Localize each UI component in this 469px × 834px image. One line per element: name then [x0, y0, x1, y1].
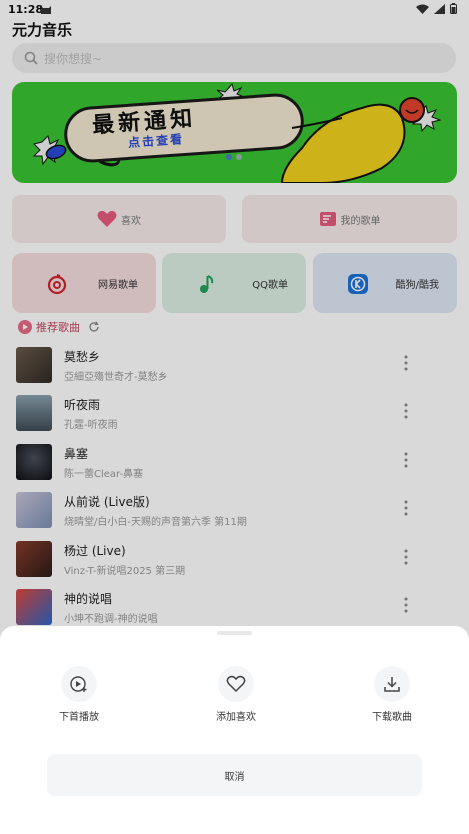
recommend-label: 推荐歌曲 — [36, 321, 80, 334]
song-cover — [16, 492, 52, 528]
song-title: 从前说 (Live版) — [64, 495, 150, 509]
song-cover — [16, 541, 52, 577]
playlist-icon — [319, 212, 336, 226]
more-vertical-icon[interactable] — [400, 595, 412, 615]
more-vertical-icon[interactable] — [400, 353, 412, 373]
sheet-handle[interactable] — [217, 631, 252, 635]
status-icons — [416, 3, 457, 14]
recommend-header: 推荐歌曲 — [18, 319, 100, 335]
more-vertical-icon[interactable] — [400, 401, 412, 421]
source-kugou-label: 酷狗/酷我 — [395, 279, 439, 291]
more-vertical-icon[interactable] — [400, 498, 412, 518]
banner-pagination — [226, 154, 242, 160]
song-row[interactable]: 听夜雨 孔霆-听夜雨 — [0, 389, 469, 437]
download-icon — [384, 677, 400, 692]
song-subtitle: Vinz-T-新说唱2025 第三期 — [64, 566, 186, 577]
song-cover — [16, 395, 52, 431]
song-title: 杨过 (Live) — [64, 544, 126, 558]
song-title: 神的说唱 — [64, 592, 113, 606]
favorites-button[interactable]: 喜欢 — [12, 195, 226, 243]
netease-icon — [47, 274, 67, 295]
app-title: 元力音乐 — [12, 21, 73, 39]
download-label: 下载歌曲 — [372, 712, 412, 723]
song-cover — [16, 347, 52, 383]
refresh-icon[interactable] — [88, 321, 100, 333]
battery-icon — [450, 3, 457, 14]
play-next-label: 下首播放 — [59, 712, 99, 723]
heart-filled-icon — [97, 210, 117, 227]
notice-banner[interactable]: 最新通知 点击查看 — [12, 82, 457, 183]
search-icon — [24, 51, 38, 65]
song-row[interactable]: 神的说唱 小坤不跑调-神的说唱 — [0, 583, 469, 631]
add-favorite-label: 添加喜欢 — [216, 712, 256, 723]
song-cover — [16, 444, 52, 480]
song-row[interactable]: 从前说 (Live版) 烧晴堂/白小白-天赐的声音第六季 第11期 — [0, 486, 469, 534]
song-subtitle: 陈一蕾Clear-鼻塞 — [64, 469, 144, 480]
song-actions-sheet: 下首播放 添加喜欢 下载歌曲 取消 — [0, 626, 469, 834]
song-subtitle: 小坤不跑调-神的说唱 — [64, 614, 158, 625]
wifi-icon — [416, 4, 429, 14]
more-vertical-icon[interactable] — [400, 547, 412, 567]
play-circle-icon — [18, 320, 32, 334]
banner-dot-active[interactable] — [226, 154, 232, 160]
song-subtitle: 亞細亞殤世奇才-莫愁乡 — [64, 372, 168, 383]
search-placeholder: 搜你想搜~ — [44, 51, 103, 66]
banner-dot[interactable] — [236, 154, 242, 160]
source-netease-label: 网易歌单 — [98, 279, 138, 291]
my-playlists-label: 我的歌单 — [340, 215, 381, 227]
more-vertical-icon[interactable] — [400, 450, 412, 470]
status-bar: 11:28 — [0, 0, 469, 20]
play-next-icon — [70, 676, 87, 692]
song-title: 莫愁乡 — [64, 350, 101, 364]
hand-illustration — [280, 97, 425, 183]
song-subtitle: 孔霆-听夜雨 — [64, 420, 118, 431]
song-row[interactable]: 莫愁乡 亞細亞殤世奇才-莫愁乡 — [0, 341, 469, 389]
favorites-label: 喜欢 — [121, 215, 141, 227]
notification-cat-icon — [41, 6, 51, 14]
source-netease[interactable]: 网易歌单 — [12, 253, 156, 313]
song-cover — [16, 589, 52, 625]
song-title: 听夜雨 — [64, 398, 101, 412]
song-title: 鼻塞 — [64, 447, 89, 461]
search-input[interactable]: 搜你想搜~ — [12, 43, 456, 73]
source-qq-label: QQ歌单 — [252, 279, 288, 291]
qq-music-icon — [200, 275, 214, 293]
song-row[interactable]: 杨过 (Live) Vinz-T-新说唱2025 第三期 — [0, 535, 469, 583]
song-row[interactable]: 鼻塞 陈一蕾Clear-鼻塞 — [0, 438, 469, 486]
add-favorite-button[interactable]: 添加喜欢 — [196, 666, 276, 723]
status-time: 11:28 — [8, 3, 44, 16]
my-playlists-button[interactable]: 我的歌单 — [242, 195, 457, 243]
source-kugou[interactable]: 酷狗/酷我 — [313, 253, 457, 313]
signal-icon — [434, 3, 445, 14]
heart-icon — [226, 675, 246, 693]
kugou-icon — [348, 274, 368, 294]
cancel-button[interactable]: 取消 — [47, 754, 422, 796]
play-next-button[interactable]: 下首播放 — [39, 666, 119, 723]
song-subtitle: 烧晴堂/白小白-天赐的声音第六季 第11期 — [64, 517, 247, 528]
source-qq[interactable]: QQ歌单 — [162, 253, 306, 313]
download-button[interactable]: 下载歌曲 — [352, 666, 432, 723]
